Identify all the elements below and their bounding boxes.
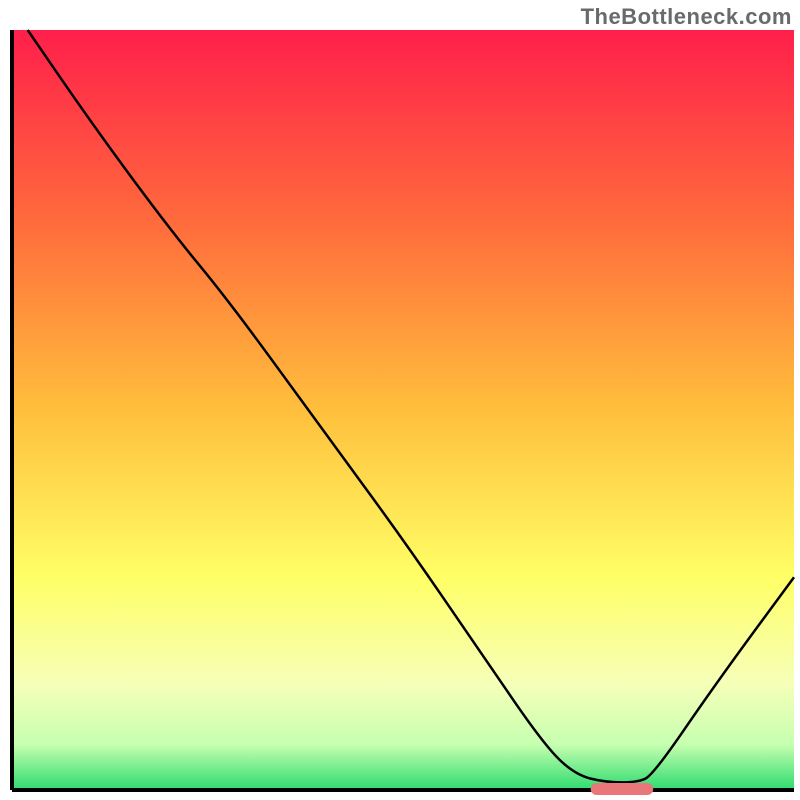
plot-background: [12, 30, 794, 790]
chart-container: TheBottleneck.com: [0, 0, 800, 800]
optimum-marker: [591, 783, 654, 795]
bottleneck-chart: [0, 0, 800, 800]
